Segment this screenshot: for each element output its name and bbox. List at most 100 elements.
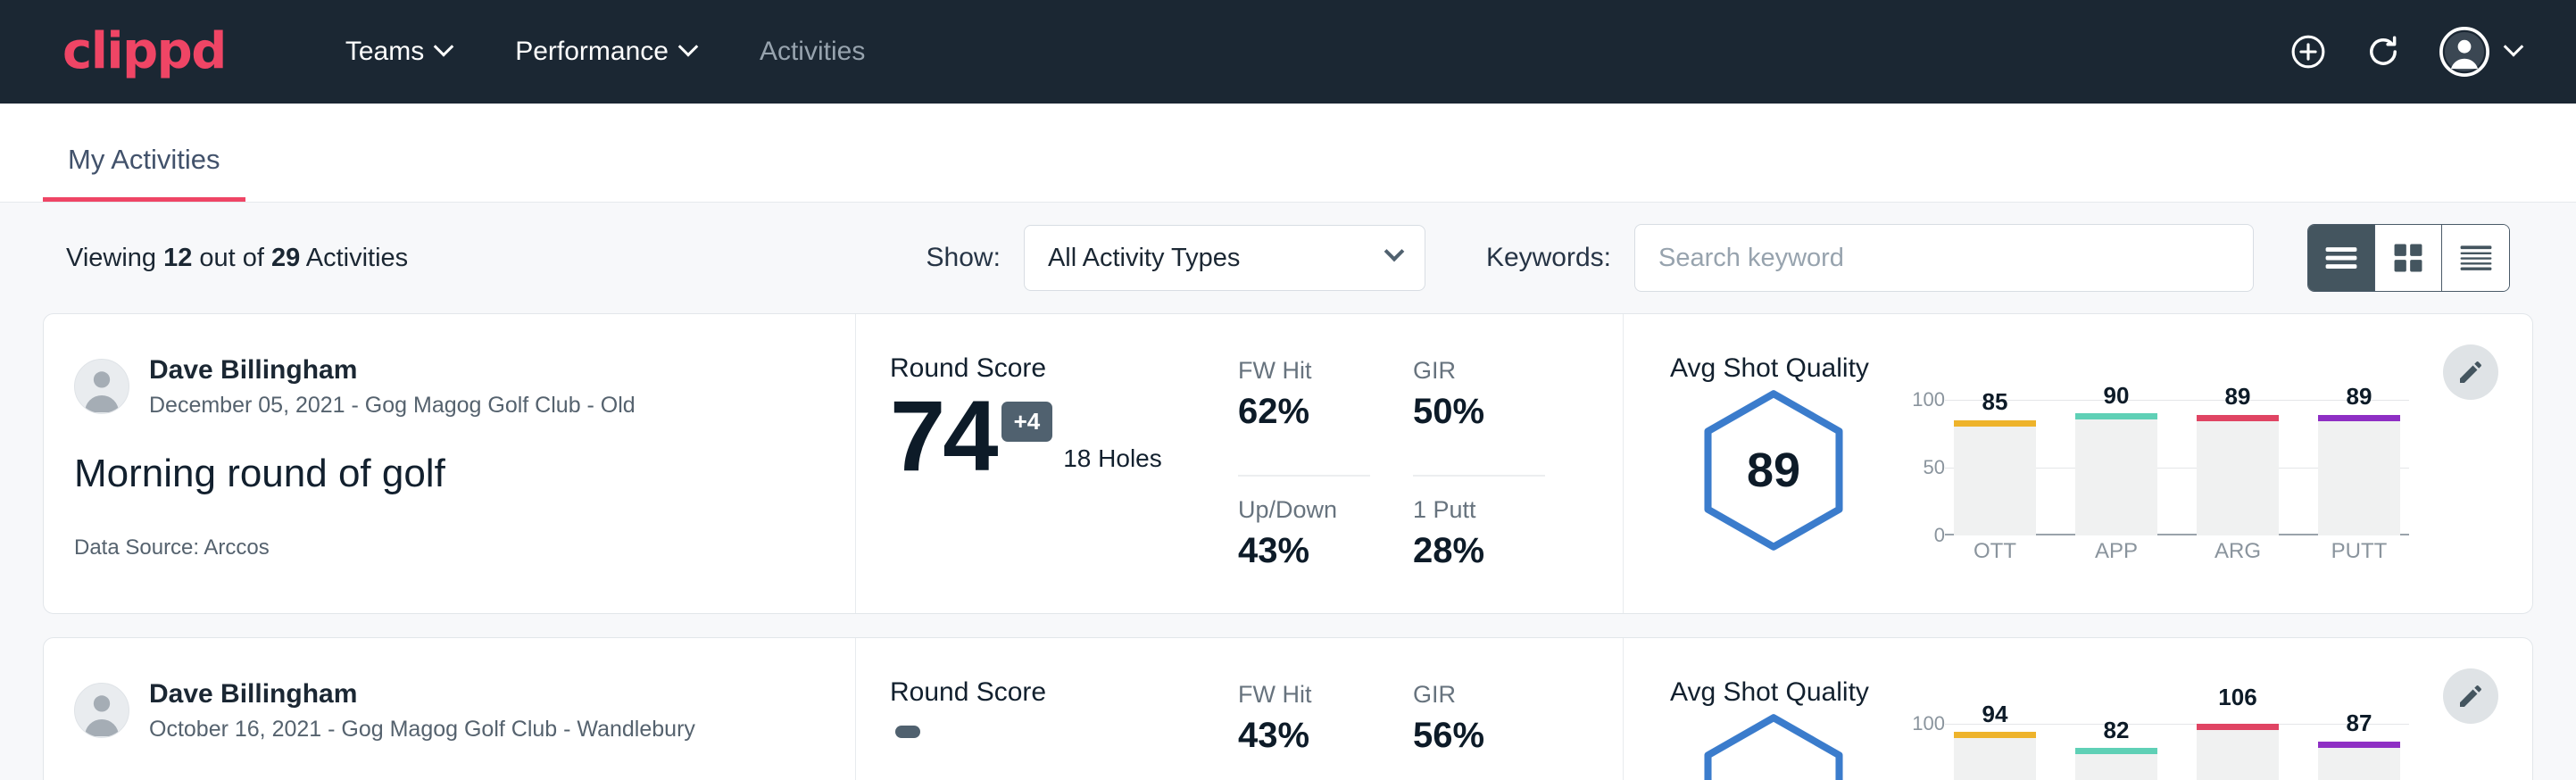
account-menu[interactable] — [2439, 26, 2521, 78]
bar-column-arg: 89 — [2197, 400, 2279, 535]
avatar — [74, 683, 129, 738]
view-mode-compact-button[interactable] — [2442, 225, 2509, 291]
bar-app — [2075, 748, 2157, 780]
bar-arg — [2197, 415, 2279, 535]
viewing-count: 12 — [163, 244, 192, 272]
activity-card-quality: Avg Shot Quality 89 100 50 0 — [1624, 314, 2532, 613]
player-name: Dave Billingham — [149, 353, 636, 387]
stat-label: 1 Putt — [1413, 496, 1545, 524]
stat-value: 56% — [1413, 716, 1545, 756]
nav-item-teams[interactable]: Teams — [313, 37, 483, 67]
stat-gir: GIR 56% — [1413, 681, 1545, 780]
hexagon-score: 89 — [1670, 389, 1877, 552]
data-source: Data Source: Arccos — [74, 535, 812, 560]
player-row: Dave Billingham December 05, 2021 - Gog … — [74, 353, 812, 419]
nav-item-teams-label: Teams — [345, 37, 424, 67]
score-differential-badge: +4 — [1001, 402, 1053, 442]
view-mode-toggle-group — [2307, 224, 2510, 292]
chart-plot-area: 85 90 89 89 — [1945, 400, 2409, 535]
primary-nav-links: Teams Performance Activities — [313, 37, 897, 67]
viewing-count-text: Viewing 12 out of 29 Activities — [66, 244, 408, 273]
hexagon-score — [1670, 713, 1877, 780]
stat-fw-hit: FW Hit 43% — [1238, 681, 1370, 780]
round-score-block: Round Score — [890, 677, 1238, 780]
stat-label: FW Hit — [1238, 357, 1370, 385]
avg-shot-quality-row: 100 50 0 94 82 — [1670, 713, 2532, 780]
edit-activity-button[interactable] — [2443, 668, 2498, 724]
stat-value: 28% — [1413, 531, 1545, 571]
refresh-icon[interactable] — [2364, 32, 2403, 71]
view-mode-list-button[interactable] — [2308, 225, 2375, 291]
chart-y-axis: 100 50 0 — [1893, 724, 1945, 780]
stat-label: FW Hit — [1238, 681, 1370, 709]
bar-value: 87 — [2347, 709, 2372, 737]
pencil-icon — [2456, 682, 2485, 710]
round-score-value-row: 74 +4 18 Holes — [890, 389, 1238, 484]
bar-value: 89 — [2225, 383, 2251, 411]
avg-shot-quality-row: 89 100 50 0 85 — [1670, 389, 2532, 552]
bar-column-ott: 85 — [1954, 400, 2036, 535]
view-mode-grid-button[interactable] — [2375, 225, 2442, 291]
x-tick-label: ARG — [2215, 539, 2261, 564]
avg-shot-quality-value: 89 — [1747, 443, 1800, 498]
viewing-suffix: Activities — [300, 244, 408, 272]
bar-value: 94 — [1982, 701, 2008, 728]
stat-label: GIR — [1413, 357, 1545, 385]
stat-label: GIR — [1413, 681, 1545, 709]
nav-item-performance-label: Performance — [515, 37, 669, 67]
compact-view-icon — [2459, 244, 2493, 272]
chart-plot-area: 94 82 106 87 — [1945, 724, 2409, 780]
bar-column-putt: 89 — [2318, 400, 2400, 535]
chart-y-axis: 100 50 0 — [1893, 400, 1945, 535]
activity-card-score: Round Score FW Hit 43% GIR 56% — [856, 638, 1624, 780]
nav-item-activities-label: Activities — [760, 37, 865, 67]
activity-type-select[interactable]: All Activity Types — [1024, 225, 1425, 291]
bar-putt — [2318, 742, 2400, 780]
main-content: Viewing 12 out of 29 Activities Show: Al… — [0, 203, 2576, 780]
activity-meta: October 16, 2021 - Gog Magog Golf Club -… — [149, 715, 695, 744]
x-tick-label: PUTT — [2331, 539, 2388, 564]
bar-value: 106 — [2218, 684, 2256, 711]
bar-value: 82 — [2104, 717, 2130, 744]
list-view-icon — [2324, 245, 2358, 271]
activity-card[interactable]: Dave Billingham October 16, 2021 - Gog M… — [43, 637, 2533, 780]
avatar — [74, 359, 129, 414]
y-tick-50: 50 — [1924, 456, 1945, 479]
stat-value: 50% — [1413, 392, 1545, 432]
search-input[interactable] — [1634, 224, 2254, 292]
viewing-total: 29 — [271, 244, 300, 272]
chevron-down-icon — [434, 37, 454, 57]
activity-card-info: Dave Billingham December 05, 2021 - Gog … — [44, 314, 856, 613]
activity-title: Morning round of golf — [74, 452, 812, 496]
nav-item-performance[interactable]: Performance — [483, 37, 727, 67]
round-score-label: Round Score — [890, 677, 1238, 708]
stat-value: 43% — [1238, 531, 1370, 571]
activity-card-score: Round Score 74 +4 18 Holes FW Hit 62% GI… — [856, 314, 1624, 613]
stat-label: Up/Down — [1238, 496, 1370, 524]
chevron-down-icon — [1384, 242, 1405, 262]
add-plus-icon[interactable] — [2289, 32, 2328, 71]
y-tick-0: 0 — [1934, 524, 1945, 547]
round-score-label: Round Score — [890, 353, 1238, 384]
nav-item-activities[interactable]: Activities — [727, 37, 897, 67]
score-differential-badge — [895, 726, 920, 738]
tab-my-activities[interactable]: My Activities — [43, 144, 245, 202]
viewing-prefix: Viewing — [66, 244, 163, 272]
edit-activity-button[interactable] — [2443, 344, 2498, 400]
bar-value: 85 — [1982, 388, 2008, 416]
keywords-label: Keywords: — [1486, 243, 1611, 273]
pencil-icon — [2456, 358, 2485, 386]
round-stats-grid: FW Hit 43% GIR 56% — [1238, 677, 1545, 780]
bar-column-app: 82 — [2075, 724, 2157, 780]
clippd-logo[interactable]: clippd — [62, 27, 226, 77]
activity-card-info: Dave Billingham October 16, 2021 - Gog M… — [44, 638, 856, 780]
chevron-down-icon — [2504, 37, 2524, 57]
activity-card[interactable]: Dave Billingham December 05, 2021 - Gog … — [43, 313, 2533, 614]
activity-card-quality: Avg Shot Quality 100 50 0 — [1624, 638, 2532, 780]
bar-column-arg: 106 — [2197, 724, 2279, 780]
top-navigation-bar: clippd Teams Performance Activities — [0, 0, 2576, 104]
bar-column-ott: 94 — [1954, 724, 2036, 780]
nav-right-actions — [2289, 26, 2521, 78]
account-avatar-icon — [2439, 26, 2490, 78]
shot-quality-bar-chart: 100 50 0 94 82 — [1877, 713, 2532, 780]
